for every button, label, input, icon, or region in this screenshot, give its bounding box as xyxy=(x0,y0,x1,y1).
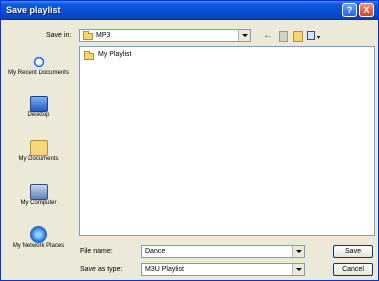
chevron-down-icon: ▾ xyxy=(317,35,321,41)
file-name-input[interactable]: Dance xyxy=(141,245,305,258)
close-icon: X xyxy=(363,5,370,15)
file-name: My Playlist xyxy=(98,51,132,58)
back-icon[interactable]: ← xyxy=(263,31,274,42)
chevron-down-icon[interactable] xyxy=(292,246,304,257)
file-list[interactable]: My Playlist xyxy=(79,46,375,236)
dialog-title: Save playlist xyxy=(6,5,61,15)
help-icon: ? xyxy=(346,5,353,15)
folder-icon xyxy=(84,51,94,60)
save-playlist-dialog: Save playlist ? X Save in: MP3 ← ▾ My Re… xyxy=(0,0,379,281)
file-name-label: File name: xyxy=(80,248,113,255)
place-recent-documents[interactable]: My Recent Documents xyxy=(6,54,71,77)
cancel-button[interactable]: Cancel xyxy=(333,263,373,276)
place-my-computer[interactable]: My Computer xyxy=(6,184,71,207)
save-button[interactable]: Save xyxy=(333,245,373,258)
help-button[interactable]: ? xyxy=(342,3,357,17)
place-label: My Computer xyxy=(20,200,57,206)
save-in-value: MP3 xyxy=(96,32,111,39)
place-label: My Network Places xyxy=(12,243,65,249)
place-my-documents[interactable]: My Documents xyxy=(6,140,71,163)
save-as-type-dropdown[interactable]: M3U Playlist xyxy=(141,263,305,276)
up-folder-icon[interactable] xyxy=(279,31,288,42)
place-label: Desktop xyxy=(27,112,50,118)
place-desktop[interactable]: Desktop xyxy=(6,96,71,119)
save-as-type-label: Save as type: xyxy=(80,266,123,273)
save-in-label: Save in: xyxy=(46,32,72,39)
file-name-value: Dance xyxy=(145,248,166,255)
place-network[interactable]: My Network Places xyxy=(6,226,71,250)
close-button[interactable]: X xyxy=(359,3,374,17)
save-in-dropdown[interactable]: MP3 xyxy=(79,29,251,42)
chevron-down-icon[interactable] xyxy=(238,30,250,41)
network-places-icon xyxy=(30,226,47,243)
my-computer-icon xyxy=(29,184,48,200)
folder-icon xyxy=(83,31,93,40)
my-documents-icon xyxy=(29,140,48,156)
chevron-down-icon[interactable] xyxy=(292,264,304,275)
new-folder-icon[interactable] xyxy=(293,31,303,42)
recent-documents-icon xyxy=(30,54,47,70)
title-bar[interactable]: Save playlist ? X xyxy=(1,1,378,20)
place-label: My Documents xyxy=(18,156,59,162)
desktop-icon xyxy=(29,96,48,112)
place-label: My Recent Documents xyxy=(8,70,69,76)
views-menu-icon[interactable]: ▾ xyxy=(307,31,320,42)
save-as-type-value: M3U Playlist xyxy=(145,266,184,273)
places-bar: My Recent Documents Desktop My Documents… xyxy=(6,46,71,268)
views-grid-icon xyxy=(307,31,315,40)
